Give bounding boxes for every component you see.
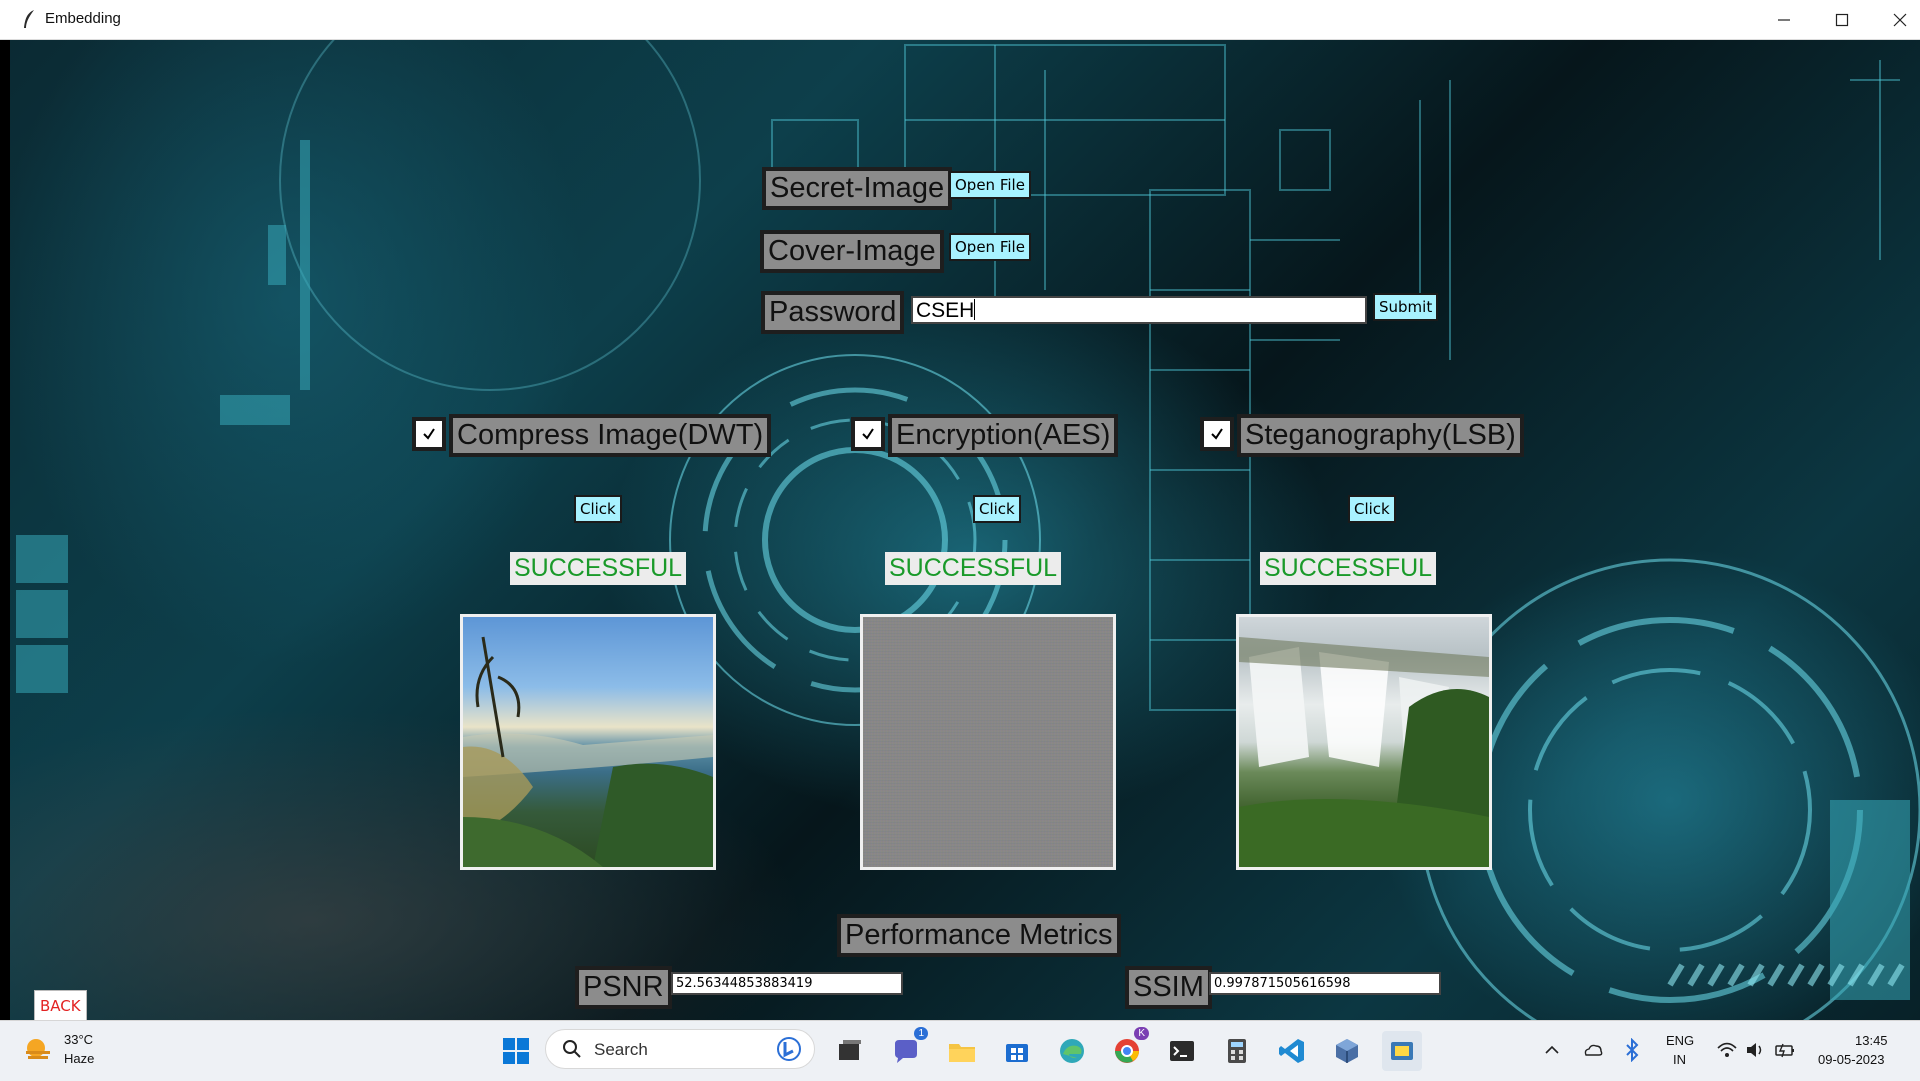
clock-date[interactable]: 09-05-2023 <box>1818 1051 1885 1069</box>
check-icon <box>423 428 435 440</box>
volume-icon[interactable] <box>1744 1039 1766 1061</box>
folder-icon <box>949 1044 975 1062</box>
compress-label: Compress Image(DWT) <box>449 414 772 457</box>
search-icon <box>563 1040 581 1058</box>
ssim-field[interactable]: 0.997871505616598 <box>1209 972 1441 995</box>
encryption-click-button[interactable]: Click <box>973 495 1021 523</box>
cover-image-label: Cover-Image <box>760 230 944 273</box>
vscode-icon <box>1279 1039 1304 1063</box>
back-button[interactable]: BACK <box>34 990 87 1020</box>
clock-time[interactable]: 13:45 <box>1855 1032 1888 1050</box>
waterfall-image <box>1239 637 1489 867</box>
minimize-icon <box>1778 18 1790 21</box>
compress-checkbox[interactable] <box>412 417 446 451</box>
terminal-app[interactable] <box>1162 1031 1202 1071</box>
close-icon <box>1893 13 1907 26</box>
minimize-button[interactable] <box>1755 0 1813 39</box>
ssim-label: SSIM <box>1125 966 1212 1009</box>
steganography-click-button[interactable]: Click <box>1348 495 1396 523</box>
file-explorer-app[interactable] <box>942 1031 982 1071</box>
bing-icon <box>777 1037 801 1061</box>
wifi-icon[interactable] <box>1716 1039 1738 1061</box>
virtualbox-app[interactable] <box>1327 1031 1367 1071</box>
submit-button[interactable]: Submit <box>1373 293 1439 321</box>
encrypted-noise-image <box>860 614 1116 870</box>
close-button[interactable] <box>1871 0 1920 39</box>
coastal-landscape-image <box>463 636 713 867</box>
text-cursor <box>974 299 976 320</box>
task-view-icon <box>839 1040 861 1060</box>
python-app-active[interactable] <box>1382 1031 1422 1071</box>
search-placeholder: Search <box>594 1040 648 1059</box>
steganography-checkbox[interactable] <box>1200 417 1234 451</box>
stego-image <box>1236 614 1492 870</box>
compressed-image <box>460 614 716 870</box>
chrome-app[interactable]: K <box>1107 1027 1149 1071</box>
edge-icon <box>1060 1039 1084 1063</box>
chrome-icon <box>1115 1039 1139 1063</box>
check-icon <box>1211 428 1223 440</box>
cover-open-file-button[interactable]: Open File <box>949 233 1031 261</box>
weather-haze-icon[interactable] <box>22 1035 54 1067</box>
window-title: Embedding <box>45 10 121 27</box>
store-app[interactable] <box>997 1031 1037 1071</box>
language-bottom[interactable]: IN <box>1673 1051 1686 1069</box>
python-feather-icon <box>1391 1042 1413 1060</box>
teams-app[interactable]: 1 <box>886 1027 928 1071</box>
psnr-field[interactable]: 52.56344853883419 <box>671 972 903 995</box>
password-label: Password <box>761 291 905 334</box>
chevron-up-icon <box>1545 1045 1559 1054</box>
app-canvas: Secret-Image Open File Cover-Image Open … <box>10 40 1920 1020</box>
start-button[interactable] <box>496 1031 536 1071</box>
password-input[interactable]: CSEH <box>911 296 1367 324</box>
calculator-app[interactable] <box>1217 1031 1257 1071</box>
windows-icon <box>503 1038 529 1064</box>
task-view-button[interactable] <box>830 1031 870 1071</box>
secret-image-label: Secret-Image <box>762 167 953 210</box>
cube-icon <box>1336 1039 1358 1063</box>
maximize-button[interactable] <box>1813 0 1871 39</box>
battery-icon[interactable] <box>1774 1039 1796 1061</box>
edge-app[interactable] <box>1052 1031 1092 1071</box>
terminal-icon <box>1170 1041 1194 1061</box>
chrome-profile-badge: K <box>1134 1027 1149 1040</box>
steganography-status: SUCCESSFUL <box>1260 552 1437 585</box>
maximize-icon <box>1835 13 1849 26</box>
encryption-label: Encryption(AES) <box>888 414 1119 457</box>
encryption-checkbox[interactable] <box>851 417 885 451</box>
secret-open-file-button[interactable]: Open File <box>949 171 1031 199</box>
onedrive-icon[interactable] <box>1582 1039 1604 1061</box>
teams-chat-icon <box>895 1040 917 1063</box>
taskbar-search[interactable]: Search <box>545 1029 815 1069</box>
teams-badge: 1 <box>914 1027 928 1040</box>
weather-desc[interactable]: Haze <box>64 1050 94 1068</box>
feather-icon <box>22 9 36 29</box>
bluetooth-icon[interactable] <box>1623 1037 1641 1063</box>
language-top[interactable]: ENG <box>1666 1032 1694 1050</box>
weather-temp[interactable]: 33°C <box>64 1031 93 1049</box>
encryption-status: SUCCESSFUL <box>885 552 1062 585</box>
title-bar: Embedding <box>0 0 1920 40</box>
vscode-app[interactable] <box>1272 1031 1312 1071</box>
compress-click-button[interactable]: Click <box>574 495 622 523</box>
taskbar: 33°C Haze Search 1 K ENG IN 13:45 09-05-… <box>0 1020 1920 1081</box>
check-icon <box>862 428 874 440</box>
calculator-icon <box>1228 1039 1246 1063</box>
compress-status: SUCCESSFUL <box>510 552 687 585</box>
performance-metrics-title: Performance Metrics <box>837 914 1121 957</box>
password-input-value: CSEH <box>916 299 975 322</box>
psnr-label: PSNR <box>575 966 672 1009</box>
store-icon <box>1006 1044 1028 1062</box>
show-hidden-icons-chevron[interactable] <box>1543 1041 1561 1059</box>
steganography-label: Steganography(LSB) <box>1237 414 1524 457</box>
